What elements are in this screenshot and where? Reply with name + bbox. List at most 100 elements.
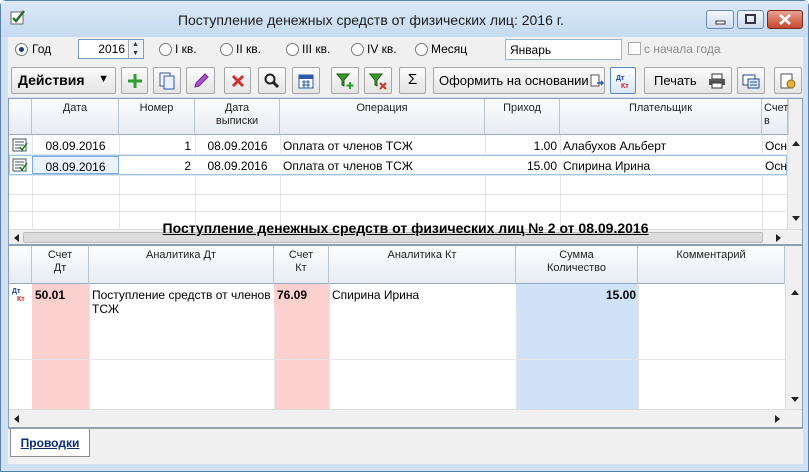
scroll-up-icon[interactable] <box>790 288 800 296</box>
create-based-on-button[interactable]: Оформить на основании <box>433 67 605 94</box>
header-scroll-cap <box>788 99 802 135</box>
posting-row[interactable]: Дт Кт 50.01 Поступление средств от членов… <box>9 284 785 359</box>
cell-account: Осн <box>765 159 787 173</box>
sum-icon: Σ <box>407 71 418 88</box>
header-account[interactable]: Счет в <box>762 99 788 135</box>
filter-add-icon <box>336 73 354 89</box>
month-input[interactable]: Январь <box>505 39 622 60</box>
radio-month[interactable] <box>415 43 428 56</box>
dt-kt-toggle[interactable]: Дт Кт <box>610 67 636 94</box>
radio-q4[interactable] <box>351 43 364 56</box>
close-icon <box>779 14 791 25</box>
cell-income: 15.00 <box>526 159 557 173</box>
cell-payer: Алабухов Альберт <box>563 139 667 153</box>
header-number[interactable]: Номер <box>119 99 195 135</box>
scroll-right-icon[interactable] <box>774 414 782 424</box>
horizontal-scrollbar[interactable] <box>9 409 802 427</box>
actions-dropdown[interactable]: Действия ▼ <box>11 67 116 94</box>
title-bar: Поступление денежных средств от физическ… <box>1 1 808 37</box>
actions-label: Действия <box>18 72 85 88</box>
cell-operation: Оплата от членов ТСЖ <box>283 159 413 173</box>
cell-credit-account: 76.09 <box>277 288 308 302</box>
header-comment[interactable]: Комментарий <box>638 246 785 284</box>
radio-year[interactable] <box>15 43 28 56</box>
settings-button[interactable] <box>737 67 765 94</box>
cell-comment <box>641 285 783 303</box>
copy-icon <box>159 72 175 89</box>
year-spinner[interactable]: ▲ ▼ <box>128 40 142 58</box>
cell-date-focused[interactable]: 08.09.2016 <box>32 156 119 174</box>
cell-statement-date: 08.09.2016 <box>207 139 268 153</box>
sum-button[interactable]: Σ <box>399 67 426 94</box>
cell-payer: Спирина Ирина <box>563 159 651 173</box>
postings-table-header: Счет Дт Аналитика Дт Счет Кт Аналитика К… <box>9 246 802 284</box>
table-row-selected[interactable]: 08.09.2016 2 08.09.2016 Оплата от членов… <box>9 155 787 175</box>
radio-q3[interactable] <box>286 43 299 56</box>
header-date[interactable]: Дата <box>32 99 119 135</box>
cell-statement-date: 08.09.2016 <box>207 159 268 173</box>
header-amount[interactable]: Сумма Количество <box>516 246 638 284</box>
scroll-down-icon[interactable] <box>790 396 800 404</box>
cell-credit-analytics: Спирина Ирина <box>332 288 420 302</box>
header-debit-account[interactable]: Счет Дт <box>32 246 89 284</box>
header-income[interactable]: Приход <box>485 99 560 135</box>
calendar-icon <box>298 74 314 88</box>
header-credit-analytics[interactable]: Аналитика Кт <box>329 246 516 284</box>
svg-text:Дт: Дт <box>616 75 625 82</box>
radio-q2-label: II кв. <box>236 42 261 56</box>
table-row[interactable]: 08.09.2016 1 08.09.2016 Оплата от членов… <box>9 136 787 155</box>
detail-title: Поступление денежных средств от физическ… <box>162 220 649 236</box>
svg-text:Кт: Кт <box>17 296 25 303</box>
documents-table-header: Дата Номер Дата выписки Операция Приход … <box>9 99 802 135</box>
header-scroll-cap <box>785 246 802 284</box>
dt-kt-icon: ДтКт <box>616 75 629 90</box>
document-posted-icon <box>12 158 28 172</box>
cell-amount: 15.00 <box>605 288 636 302</box>
header-statement-date[interactable]: Дата выписки <box>195 99 280 135</box>
search-button[interactable] <box>258 67 286 94</box>
grid-line <box>9 211 787 212</box>
grid-line <box>9 194 787 195</box>
edit-button[interactable] <box>186 67 215 94</box>
toolbar: Действия ▼ Σ Оформить на основании Дт Кт … <box>8 63 803 97</box>
filter-add-button[interactable] <box>331 67 359 94</box>
cell-debit-account: 50.01 <box>35 288 66 302</box>
svg-text:Дт: Дт <box>12 288 21 295</box>
exit-icon <box>780 73 796 88</box>
delete-button[interactable] <box>224 67 251 94</box>
maximize-button[interactable] <box>737 10 764 29</box>
header-payer[interactable]: Плательщик <box>560 99 762 135</box>
spin-up-icon: ▲ <box>132 41 139 48</box>
vertical-scrollbar[interactable] <box>785 284 802 409</box>
header-icon-column <box>9 246 32 284</box>
scroll-up-icon[interactable] <box>791 139 801 147</box>
radio-month-label: Месяц <box>431 42 468 56</box>
exit-button[interactable] <box>774 67 802 94</box>
minimize-button[interactable] <box>706 10 734 29</box>
radio-q4-label: IV кв. <box>367 42 397 56</box>
period-bar: Год 2016 ▲ ▼ I кв. II кв. III кв. IV кв. … <box>8 37 803 63</box>
header-credit-account[interactable]: Счет Кт <box>274 246 329 284</box>
grid-line <box>9 359 785 360</box>
chevron-down-icon: ▼ <box>98 73 109 85</box>
calendar-button[interactable] <box>292 67 320 94</box>
radio-q2[interactable] <box>220 43 233 56</box>
scroll-left-icon[interactable] <box>12 414 20 424</box>
radio-q1-label: I кв. <box>175 42 197 56</box>
radio-q1[interactable] <box>159 43 172 56</box>
scroll-corner <box>785 410 802 427</box>
copy-button[interactable] <box>153 67 181 94</box>
vertical-scrollbar[interactable] <box>787 135 802 229</box>
postings-table: Счет Дт Аналитика Дт Счет Кт Аналитика К… <box>8 245 803 428</box>
tab-postings[interactable]: Проводки <box>10 429 90 457</box>
print-label: Печать <box>654 73 697 88</box>
cell-operation: Оплата от членов ТСЖ <box>283 139 413 153</box>
since-start-checkbox[interactable] <box>628 42 641 55</box>
print-button[interactable]: Печать <box>644 67 732 94</box>
filter-remove-button[interactable] <box>364 67 392 94</box>
header-debit-analytics[interactable]: Аналитика Дт <box>89 246 274 284</box>
close-button[interactable] <box>767 10 803 29</box>
app-window: Поступление денежных средств от физическ… <box>0 0 809 472</box>
header-operation[interactable]: Операция <box>280 99 485 135</box>
add-button[interactable] <box>121 67 148 94</box>
